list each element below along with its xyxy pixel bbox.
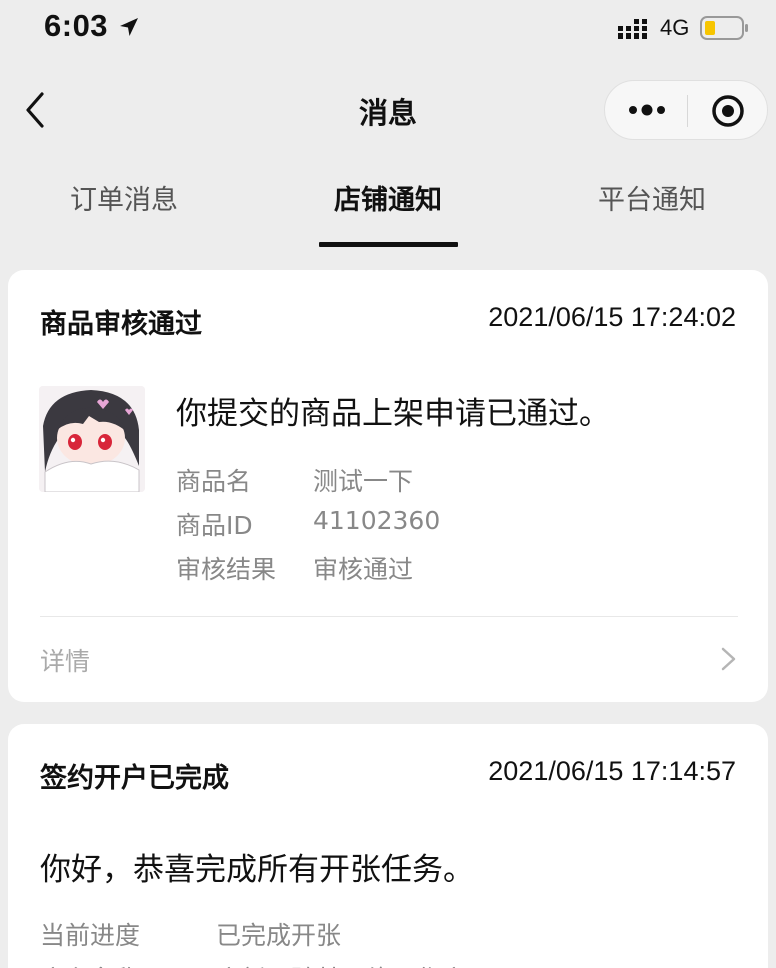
field-value-progress: 已完成开张	[216, 921, 342, 950]
field-value-review-result: 审核通过	[313, 555, 414, 584]
field-label-owner-name: 店主名称	[40, 960, 140, 968]
field-label-product-id: 商品ID	[176, 511, 253, 540]
more-dots-icon[interactable]	[627, 95, 667, 125]
tab-store-notices[interactable]: 店铺通知	[288, 178, 488, 217]
card-message: 你提交的商品上架申请已通过。	[176, 396, 610, 432]
active-tab-indicator	[319, 242, 458, 247]
field-value-product-name: 测试一下	[313, 467, 414, 496]
target-icon[interactable]	[711, 94, 745, 128]
details-link[interactable]: 详情	[40, 642, 90, 678]
tab-platform-notices[interactable]: 平台通知	[552, 178, 752, 217]
notification-card[interactable]: 签约开户已完成 2021/06/15 17:14:57 你好，恭喜完成所有开张任…	[8, 724, 768, 968]
notification-card[interactable]: 商品审核通过 2021/06/15 17:24:02 你提交的商品上架申请已通过…	[8, 270, 768, 702]
card-title: 签约开户已完成	[40, 763, 229, 794]
status-time: 6:03	[44, 8, 109, 43]
capsule-divider	[687, 95, 688, 127]
chevron-right-icon[interactable]	[720, 646, 738, 672]
field-label-progress: 当前进度	[40, 921, 141, 950]
card-divider	[40, 616, 738, 617]
menu-capsule	[604, 80, 768, 140]
battery-icon	[700, 16, 748, 40]
field-value-product-id: 41102360	[313, 506, 441, 535]
tab-bar: 订单消息 店铺通知 平台通知	[0, 162, 776, 248]
card-message: 你好，恭喜完成所有开张任务。	[40, 852, 474, 888]
tab-order-messages[interactable]: 订单消息	[24, 178, 224, 217]
card-timestamp: 2021/06/15 17:24:02	[488, 302, 736, 332]
field-value-owner-name: 店新区验基四络王作店	[216, 960, 466, 968]
location-arrow-icon	[120, 18, 138, 36]
product-thumbnail	[39, 386, 145, 492]
card-timestamp: 2021/06/15 17:14:57	[488, 756, 736, 786]
status-bar: 6:03 4G	[0, 0, 776, 60]
signal-icon	[618, 19, 647, 39]
field-label-review-result: 审核结果	[176, 555, 277, 584]
card-title: 商品审核通过	[40, 309, 202, 340]
nav-bar: 消息	[0, 70, 776, 150]
network-label: 4G	[660, 15, 690, 40]
field-label-product-name: 商品名	[176, 467, 252, 496]
